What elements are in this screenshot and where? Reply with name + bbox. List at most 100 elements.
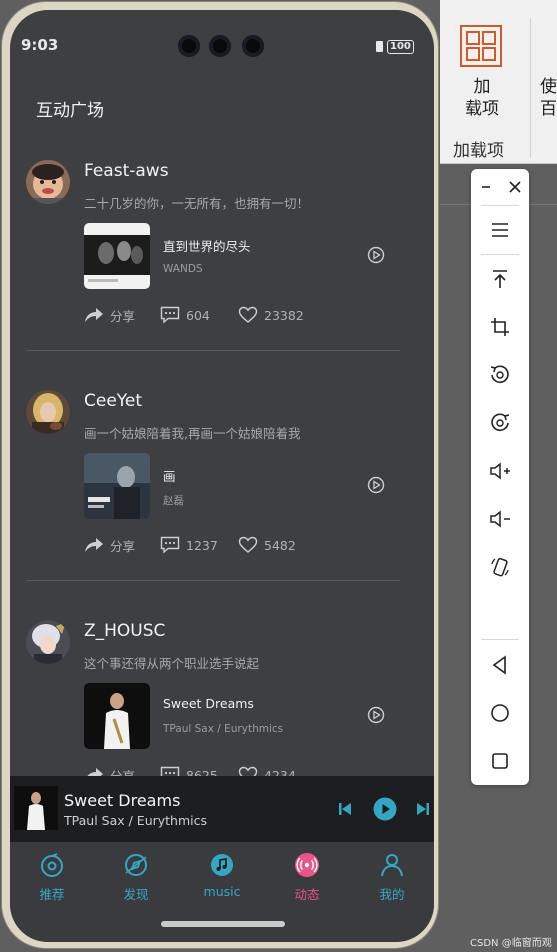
comment-count: 604 bbox=[186, 307, 210, 323]
volume-down-icon bbox=[490, 510, 510, 528]
comment-button[interactable]: 604 bbox=[160, 304, 210, 326]
share-label: 分享 bbox=[110, 538, 136, 554]
disc-icon bbox=[41, 853, 63, 877]
ribbon-group-label: 加载项 bbox=[453, 141, 504, 161]
rotate-device-button[interactable] bbox=[471, 549, 529, 585]
overview-button[interactable] bbox=[471, 743, 529, 779]
song-artist: 赵磊 bbox=[163, 495, 184, 507]
toolbar-separator bbox=[481, 639, 519, 640]
battery-indicator: 100 bbox=[376, 39, 414, 54]
square-icon bbox=[492, 753, 508, 769]
username[interactable]: Feast-aws bbox=[84, 161, 169, 181]
post-actions: 分享 604 23382 bbox=[84, 304, 384, 326]
compass-icon bbox=[125, 854, 147, 876]
avatar[interactable] bbox=[26, 160, 70, 204]
username[interactable]: CeeYet bbox=[84, 391, 142, 411]
share-icon bbox=[85, 538, 103, 552]
song-title[interactable]: Sweet Dreams bbox=[163, 696, 254, 711]
ribbon-cut-label[interactable]: 使 百 bbox=[540, 76, 557, 120]
song-cover[interactable] bbox=[84, 453, 150, 519]
page-title: 互动广场 bbox=[36, 101, 104, 121]
mini-player[interactable]: Sweet Dreams TPaul Sax / Eurythmics bbox=[10, 776, 434, 842]
next-track-icon[interactable] bbox=[416, 801, 430, 817]
tab-label: music bbox=[203, 884, 241, 899]
addins-grid-icon[interactable] bbox=[460, 25, 502, 67]
mini-player-artist: TPaul Sax / Eurythmics bbox=[64, 813, 208, 828]
comment-count: 1237 bbox=[186, 537, 218, 553]
play-button[interactable] bbox=[373, 797, 397, 821]
rotate-right-button[interactable] bbox=[471, 405, 529, 441]
rotate-device-icon bbox=[491, 557, 509, 577]
tab-music[interactable]: music bbox=[192, 852, 252, 899]
post-text: 画一个姑娘陪着我,再画一个姑娘陪着我 bbox=[84, 426, 301, 441]
addins-button-label[interactable]: 加 载项 bbox=[462, 76, 502, 120]
like-count: 23382 bbox=[264, 307, 304, 323]
heart-icon bbox=[238, 306, 258, 323]
alert-icon bbox=[376, 40, 383, 52]
play-circle-icon[interactable] bbox=[367, 246, 385, 264]
post-text: 这个事还得从两个职业选手说起 bbox=[84, 656, 260, 671]
menu-button[interactable] bbox=[471, 212, 529, 248]
home-button[interactable] bbox=[471, 695, 529, 731]
post-text: 二十几岁的你，一无所有，也拥有一切！ bbox=[84, 196, 310, 211]
avatar[interactable] bbox=[26, 620, 70, 664]
toolbar-separator bbox=[481, 254, 519, 255]
camera-icon bbox=[242, 35, 264, 57]
minimize-button[interactable] bbox=[471, 169, 500, 205]
top-button[interactable] bbox=[471, 261, 529, 297]
home-indicator[interactable] bbox=[161, 921, 285, 927]
rotate-left-button[interactable] bbox=[471, 357, 529, 393]
song-artist: TPaul Sax / Eurythmics bbox=[163, 723, 284, 735]
play-circle-icon[interactable] bbox=[367, 706, 385, 724]
share-button[interactable]: 分享 bbox=[84, 304, 135, 326]
broadcast-icon bbox=[295, 853, 319, 877]
post-divider bbox=[26, 350, 400, 351]
toolbar-separator bbox=[481, 205, 519, 206]
mini-player-cover[interactable] bbox=[14, 786, 58, 830]
status-time: 9:03 bbox=[21, 36, 59, 54]
tab-mine[interactable]: 我的 bbox=[362, 852, 422, 903]
song-title[interactable]: 画 bbox=[163, 466, 176, 485]
rotate-left-icon bbox=[490, 365, 509, 384]
post-card: Feast-aws 二十几岁的你，一无所有，也拥有一切！ 直到世界的尽头 WAN… bbox=[10, 160, 434, 390]
username[interactable]: Z_HOUSC bbox=[84, 621, 165, 641]
tab-label: 我的 bbox=[379, 887, 405, 902]
song-title[interactable]: 直到世界的尽头 bbox=[163, 236, 251, 255]
like-button[interactable]: 5482 bbox=[238, 534, 296, 556]
crop-button[interactable] bbox=[471, 309, 529, 345]
home-circle-icon bbox=[491, 704, 509, 722]
song-cover[interactable] bbox=[84, 683, 150, 749]
play-circle-icon[interactable] bbox=[367, 476, 385, 494]
rotate-right-icon bbox=[491, 413, 510, 432]
close-button[interactable] bbox=[500, 169, 529, 205]
phone-frame: 9:03 100 互动广场 Feast-aws 二十几岁的你，一无所有，也拥有一… bbox=[2, 2, 438, 948]
back-triangle-icon bbox=[492, 655, 506, 675]
camera-icon bbox=[178, 35, 200, 57]
back-button[interactable] bbox=[471, 647, 529, 683]
comment-button[interactable]: 1237 bbox=[160, 534, 218, 556]
crop-icon bbox=[491, 318, 509, 336]
emulator-toolbar bbox=[471, 169, 529, 785]
song-cover[interactable] bbox=[84, 223, 150, 289]
like-button[interactable]: 23382 bbox=[238, 304, 304, 326]
ribbon-panel: 加 载项 使 百 加载项 bbox=[440, 0, 557, 164]
share-button[interactable]: 分享 bbox=[84, 534, 135, 556]
avatar[interactable] bbox=[26, 390, 70, 434]
minimize-icon bbox=[481, 186, 490, 188]
share-label: 分享 bbox=[110, 308, 136, 324]
post-actions: 分享 1237 5482 bbox=[84, 534, 384, 556]
tab-discover[interactable]: 发现 bbox=[106, 852, 166, 903]
battery-level: 100 bbox=[387, 40, 414, 54]
phone-screen: 9:03 100 互动广场 Feast-aws 二十几岁的你，一无所有，也拥有一… bbox=[10, 10, 434, 942]
mini-player-title[interactable]: Sweet Dreams bbox=[64, 791, 180, 810]
volume-down-button[interactable] bbox=[471, 501, 529, 537]
tab-label: 推荐 bbox=[39, 887, 65, 902]
tab-moments[interactable]: 动态 bbox=[277, 852, 337, 903]
tab-recommend[interactable]: 推荐 bbox=[22, 852, 82, 903]
volume-up-button[interactable] bbox=[471, 453, 529, 489]
heart-icon bbox=[238, 536, 258, 553]
user-icon bbox=[381, 854, 403, 877]
ribbon-separator bbox=[530, 18, 531, 158]
post-card: CeeYet 画一个姑娘陪着我,再画一个姑娘陪着我 画 赵磊 分享 1237 5… bbox=[10, 390, 434, 620]
previous-track-icon[interactable] bbox=[338, 801, 352, 817]
